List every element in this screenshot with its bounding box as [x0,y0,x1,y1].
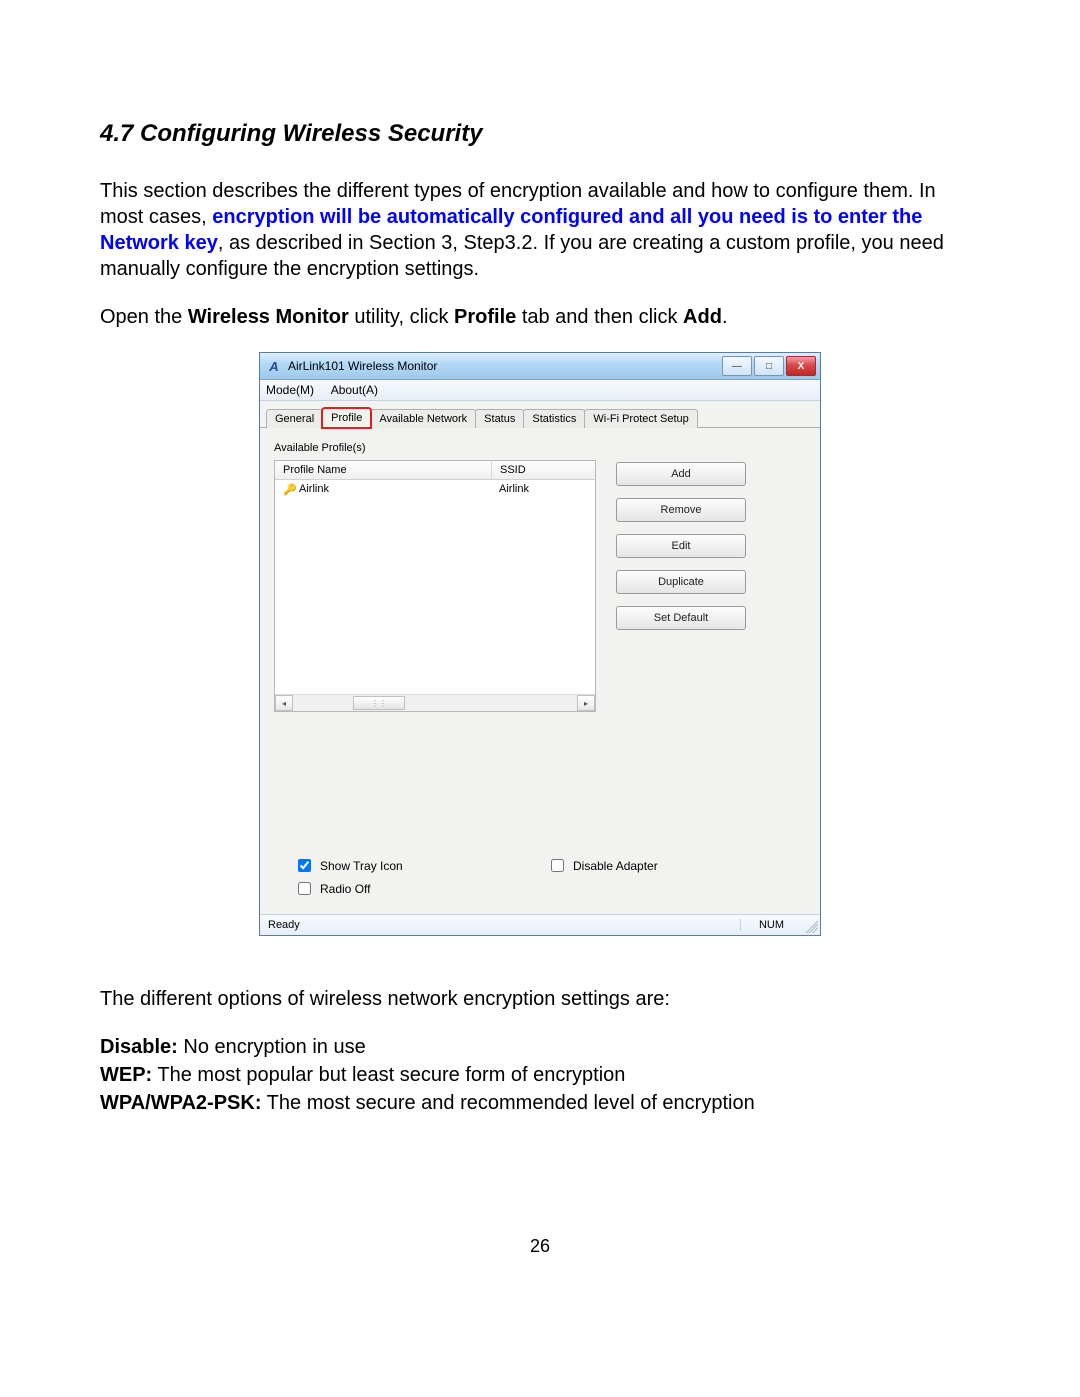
tab-wifi-protect-setup[interactable]: Wi-Fi Protect Setup [584,409,697,428]
tab-strip: General Profile Available Network Status… [260,401,820,428]
text-bold: Add [683,306,722,328]
radio-off-checkbox[interactable]: Radio Off [294,879,547,898]
tab-statistics[interactable]: Statistics [523,409,585,428]
column-profile-name[interactable]: Profile Name [275,461,492,479]
option-wpa-value: The most secure and recommended level of… [261,1092,754,1114]
option-disable-key: Disable: [100,1036,178,1058]
list-header: Profile Name SSID [275,461,595,480]
options-intro: The different options of wireless networ… [100,986,980,1012]
bottom-checkboxes: Show Tray Icon Disable Adapter Radio Off [274,852,806,906]
profile-ssid-value: Airlink [491,482,595,496]
profile-name-value: Airlink [299,483,329,495]
available-profiles-label: Available Profile(s) [274,442,806,454]
status-num: NUM [740,919,802,931]
option-wep-key: WEP: [100,1064,152,1086]
show-tray-icon-label: Show Tray Icon [320,859,403,873]
text: Open the [100,306,188,328]
disable-adapter-checkbox[interactable]: Disable Adapter [547,856,800,875]
text: , as described in Section 3, Step3.2. If… [100,232,944,280]
key-icon: 🔑 [283,483,295,495]
remove-button[interactable]: Remove [616,498,746,522]
scroll-thumb[interactable]: ⋮⋮ [353,696,405,710]
scroll-left-icon[interactable]: ◂ [275,695,293,711]
text-bold: Wireless Monitor [188,306,349,328]
disable-adapter-label: Disable Adapter [573,859,658,873]
horizontal-scrollbar[interactable]: ◂ ⋮⋮ ▸ [275,694,595,711]
app-icon: A [266,358,282,374]
section-heading: 4.7 Configuring Wireless Security [100,120,980,148]
tab-profile[interactable]: Profile [322,408,371,428]
window-title: AirLink101 Wireless Monitor [288,359,722,373]
option-wpa-key: WPA/WPA2-PSK: [100,1092,261,1114]
show-tray-icon-checkbox[interactable]: Show Tray Icon [294,856,547,875]
option-disable-value: No encryption in use [178,1036,366,1058]
text-bold: Profile [454,306,516,328]
tab-general[interactable]: General [266,409,323,428]
menu-about[interactable]: About(A) [331,383,378,397]
content-area: General Profile Available Network Status… [260,401,820,914]
profiles-list[interactable]: Profile Name SSID 🔑 Airlink Airlink ◂ [274,460,596,712]
statusbar: Ready NUM [260,914,820,935]
intro-paragraph: This section describes the different typ… [100,178,980,282]
menu-mode[interactable]: Mode(M) [266,383,314,397]
text: . [722,306,728,328]
button-column: Add Remove Edit Duplicate Set Default [616,462,746,712]
radio-off-label: Radio Off [320,882,370,896]
disable-adapter-input[interactable] [551,859,564,872]
encryption-options: Disable: No encryption in use WEP: The m… [100,1034,980,1116]
scroll-right-icon[interactable]: ▸ [577,695,595,711]
list-item[interactable]: 🔑 Airlink Airlink [275,480,595,498]
option-wep-value: The most popular but least secure form o… [152,1064,625,1086]
column-ssid[interactable]: SSID [492,461,595,479]
add-button[interactable]: Add [616,462,746,486]
close-button[interactable]: X [786,356,816,376]
page-number: 26 [100,1236,980,1257]
radio-off-input[interactable] [298,882,311,895]
set-default-button[interactable]: Set Default [616,606,746,630]
duplicate-button[interactable]: Duplicate [616,570,746,594]
resize-grip-icon[interactable] [802,917,818,933]
edit-button[interactable]: Edit [616,534,746,558]
status-ready: Ready [260,919,308,931]
window-controls: — □ X [722,356,816,376]
menubar: Mode(M) About(A) [260,380,820,401]
show-tray-icon-input[interactable] [298,859,311,872]
text: utility, click [349,306,454,328]
titlebar: A AirLink101 Wireless Monitor — □ X [260,353,820,380]
minimize-button[interactable]: — [722,356,752,376]
instruction-paragraph: Open the Wireless Monitor utility, click… [100,304,980,330]
tab-available-network[interactable]: Available Network [370,409,476,428]
profile-panel: Available Profile(s) Profile Name SSID 🔑… [260,428,820,914]
maximize-button[interactable]: □ [754,356,784,376]
app-window: A AirLink101 Wireless Monitor — □ X Mode… [259,352,821,936]
tab-status[interactable]: Status [475,409,524,428]
text: tab and then click [516,306,683,328]
